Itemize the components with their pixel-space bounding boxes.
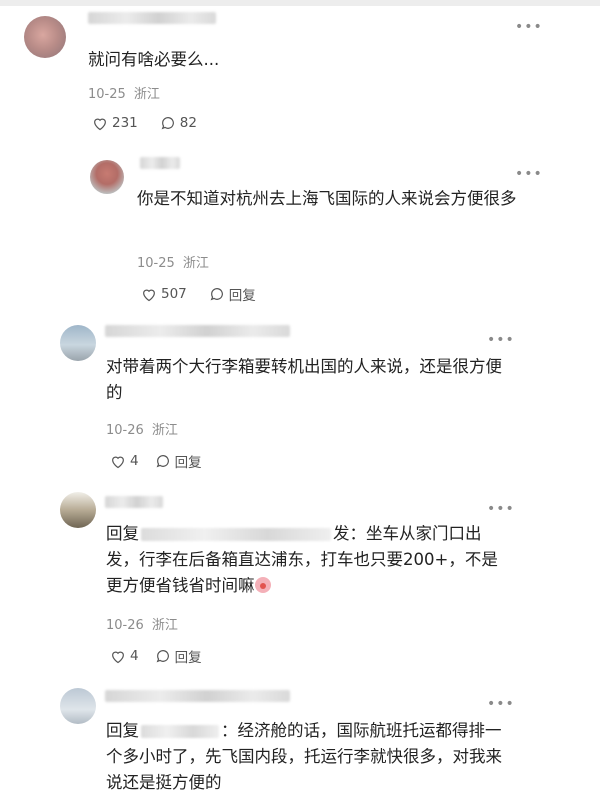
comment-date: 10-25: [88, 87, 126, 102]
avatar[interactable]: [60, 492, 96, 528]
like-button[interactable]: 4: [110, 453, 139, 469]
more-dots-icon[interactable]: •••: [487, 502, 515, 516]
heart-outline-icon: [112, 456, 124, 468]
username-redacted[interactable]: [140, 157, 180, 169]
reply-button[interactable]: 82: [160, 115, 197, 131]
comment-location: 浙江: [133, 87, 160, 102]
reply-prefix: 回复: [106, 721, 139, 740]
comment-bubble-icon: [210, 288, 223, 301]
comment-date: 10-25: [137, 256, 175, 271]
comment-text: 你是不知道对杭州去上海飞国际的人来说会方便很多: [137, 189, 517, 208]
avatar[interactable]: [90, 160, 124, 194]
like-count: 507: [161, 286, 187, 302]
reply-count: 82: [179, 115, 197, 131]
heart-outline-icon: [94, 118, 106, 130]
comment-meta: 10-26 浙江: [106, 419, 178, 438]
comment-actions: 4 回复: [110, 451, 224, 471]
reply-prefix: 回复: [106, 524, 139, 543]
comment-actions: 231 82: [92, 115, 219, 131]
mentioned-username-redacted[interactable]: [141, 528, 331, 541]
username-redacted[interactable]: [105, 496, 163, 508]
reply-button[interactable]: 回复: [155, 451, 202, 471]
username-redacted[interactable]: [88, 12, 216, 24]
comment-meta: 10-26 浙江: [106, 614, 178, 633]
comment-text: 回复 发：坐车从家门口出发，行李在后备箱直达浦东，打车也只要200+，不是更方便省…: [106, 521, 506, 599]
avatar[interactable]: [60, 688, 96, 724]
more-dots-icon[interactable]: •••: [515, 20, 543, 34]
more-dots-icon[interactable]: •••: [487, 697, 515, 711]
like-count: 231: [112, 115, 138, 131]
comment-text: 就问有啥必要么...: [88, 50, 220, 69]
heart-outline-icon: [143, 289, 155, 301]
like-count: 4: [130, 453, 139, 469]
reply-button[interactable]: 回复: [209, 284, 256, 304]
comment-meta: 10-25 浙江: [137, 252, 209, 271]
comment-text: 对带着两个大行李箱要转机出国的人来说，还是很方便的: [106, 357, 502, 402]
more-dots-icon[interactable]: •••: [515, 167, 543, 181]
comment-bubble-icon: [161, 117, 174, 130]
mentioned-username-redacted[interactable]: [141, 725, 219, 738]
top-divider: [0, 0, 600, 6]
comment-date: 10-26: [106, 423, 144, 438]
comment-meta: 10-25 浙江: [88, 83, 160, 102]
reply-button[interactable]: 回复: [155, 646, 202, 666]
like-button[interactable]: 4: [110, 648, 139, 664]
like-button[interactable]: 507: [141, 286, 187, 302]
emoji-icon: [254, 577, 271, 593]
comment-location: 浙江: [182, 256, 209, 271]
comment-date: 10-26: [106, 618, 144, 633]
like-button[interactable]: 231: [92, 115, 138, 131]
username-redacted[interactable]: [105, 325, 290, 337]
reply-label: 回复: [174, 650, 202, 666]
comment-text: 回复 ：经济舱的话，国际航班托运都得排一个多小时了，先飞国内段，托运行李就快很多，…: [106, 718, 506, 796]
avatar[interactable]: [24, 16, 66, 58]
like-count: 4: [130, 648, 139, 664]
comment-bubble-icon: [156, 650, 169, 663]
comment-location: 浙江: [151, 618, 178, 633]
comment-actions: 4 回复: [110, 646, 224, 666]
heart-outline-icon: [112, 651, 124, 663]
comment-bubble-icon: [156, 455, 169, 468]
more-dots-icon[interactable]: •••: [487, 333, 515, 347]
comment-actions: 507 回复: [141, 284, 278, 304]
comment-location: 浙江: [151, 423, 178, 438]
reply-label: 回复: [174, 455, 202, 471]
reply-label: 回复: [228, 288, 256, 304]
username-redacted[interactable]: [105, 690, 290, 702]
avatar[interactable]: [60, 325, 96, 361]
